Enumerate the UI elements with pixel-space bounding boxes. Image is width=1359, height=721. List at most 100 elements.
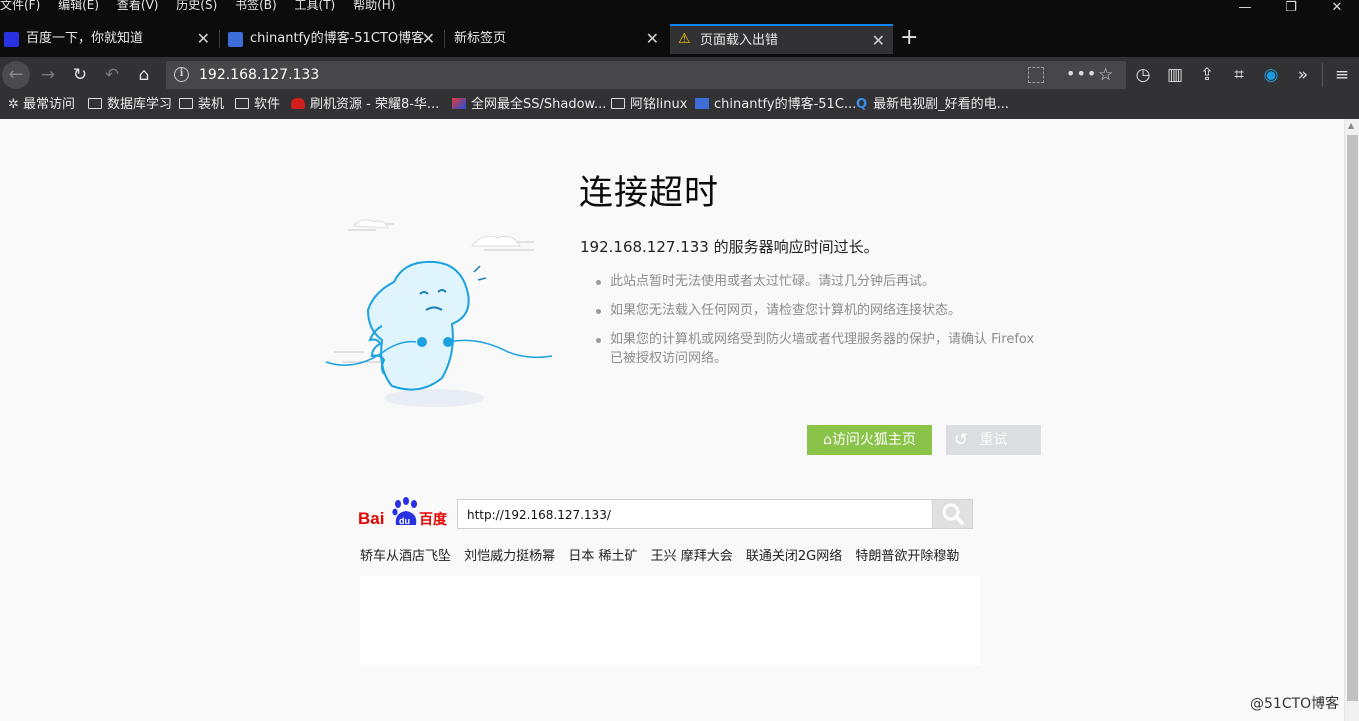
warning-icon: ⚠ [678,31,691,47]
bookmark-label: 最新电视剧_好看的电... [873,97,1009,112]
feather-icon [228,32,243,47]
reload-button[interactable]: ↻ [68,63,92,87]
retry-button[interactable]: ↺ 重试 [946,425,1041,455]
page-actions-icon[interactable]: ••• [1066,61,1097,87]
close-icon[interactable]: ✕ [197,24,210,54]
bookmark-folder-database[interactable]: 数据库学习 [88,93,172,117]
library-icon[interactable]: ⇪ [1195,63,1219,87]
screenshot-crop-icon[interactable]: ⌗ [1227,63,1251,87]
shadowsocks-icon [452,98,466,109]
list-item: 此站点暂时无法使用或者太过忙碌。请过几分钟后再试。 [596,272,1036,291]
folder-icon [611,98,625,109]
menu-bar: 文件(F) 编辑(E) 查看(V) 历史(S) 书签(B) 工具(T) 帮助(H… [0,0,1359,14]
bookmark-most-visited[interactable]: ✲ 最常访问 [8,93,75,117]
home-outline-icon: ⌂ [823,432,832,448]
close-icon[interactable]: ✕ [422,24,435,54]
menu-bookmarks[interactable]: 书签(B) [235,0,277,11]
bookmarks-toolbar: ✲ 最常访问 数据库学习 装机 软件 刷机资源 - 荣耀8-华... 全网最全S… [0,93,1359,119]
new-tab-button[interactable]: + [900,24,918,52]
hamburger-menu-icon[interactable]: ≡ [1330,63,1354,87]
tab-bar: 百度一下，你就知道 ✕ chinantfy的博客-51CTO博客 ✕ 新标签页 … [0,24,1359,54]
bookmark-label: 装机 [198,97,225,112]
menu-help[interactable]: 帮助(H) [353,0,395,11]
dinosaur-unplugged-illustration [325,219,553,407]
home-button[interactable]: ⌂ [132,63,156,87]
error-title: 连接超时 [579,173,719,213]
menu-history[interactable]: 历史(S) [176,0,217,11]
tab-new[interactable]: 新标签页 ✕ [448,24,667,54]
hot-word-link[interactable]: 轿车从酒店飞坠 [360,549,451,564]
vertical-scrollbar[interactable]: ▲ [1344,119,1359,721]
tab-baidu[interactable]: 百度一下，你就知道 ✕ [0,24,218,54]
bookmark-folder-software[interactable]: 软件 [235,93,280,117]
bookmark-tv-series[interactable]: Q 最新电视剧_好看的电... [856,93,1009,117]
bookmark-label: 软件 [254,97,281,112]
url-bar[interactable]: i 192.168.127.133 ••• ☆ [166,61,1126,89]
bookmark-51cto-blog[interactable]: chinantfy的博客-51C... [695,93,856,117]
overflow-chevron-icon[interactable]: » [1291,63,1315,87]
navigation-toolbar: ← → ↻ ↶ ⌂ i 192.168.127.133 ••• ☆ ◷ ▥ ⇪ … [0,57,1359,93]
baidu-paw-icon [4,32,19,47]
maximize-button[interactable]: ❐ [1268,0,1314,18]
scroll-up-arrow-icon[interactable]: ▲ [1348,121,1354,130]
menu-edit[interactable]: 编辑(E) [58,0,99,11]
tab-load-error[interactable]: ⚠ 页面载入出错 ✕ [670,24,893,54]
menu-view[interactable]: 查看(V) [117,0,159,11]
button-label: 访问火狐主页 [831,432,916,448]
bookmark-label: 阿铭linux [630,97,688,112]
bookmark-label: 刷机资源 - 荣耀8-华... [310,97,440,112]
folder-icon [179,98,193,109]
bookmark-folder-aming-linux[interactable]: 阿铭linux [611,93,687,117]
close-window-button[interactable]: ✕ [1314,0,1359,18]
bookmark-star-icon[interactable]: ☆ [1098,61,1113,89]
menu-tools[interactable]: 工具(T) [295,0,336,11]
forward-button[interactable]: → [36,63,60,87]
tab-label: 页面载入出错 [700,33,779,48]
baidu-paw-text: du [399,516,410,526]
visit-firefox-home-button[interactable]: ⌂访问火狐主页 [807,425,932,455]
baidu-logo: Bai du 百度 [358,497,448,528]
toolbar-divider [1322,63,1323,87]
tab-label: 百度一下，你就知道 [26,31,144,46]
bookmark-huawei-flash[interactable]: 刷机资源 - 荣耀8-华... [291,93,439,117]
tab-51cto[interactable]: chinantfy的博客-51CTO博客 ✕ [224,24,443,54]
hot-word-link[interactable]: 日本 稀土矿 [568,549,637,564]
baidu-search-button[interactable] [932,499,973,529]
hot-word-link[interactable]: 联通关闭2G网络 [746,549,842,564]
search-icon [942,503,964,525]
list-item: 如果您的计算机或网络受到防火墙或者代理服务器的保护，请确认 Firefox 已被… [596,330,1036,368]
tab-label: 新标签页 [454,31,507,46]
feather-icon [695,98,709,109]
hot-word-link[interactable]: 特朗普欲开除穆勒 [855,549,959,564]
qr-code-icon[interactable] [1028,67,1044,83]
close-icon[interactable]: ✕ [646,24,659,54]
folder-icon [235,98,249,109]
minimize-button[interactable]: — [1222,0,1268,18]
bookmark-label: 数据库学习 [107,97,173,112]
baidu-logo-chinese: 百度 [419,511,448,528]
scrollbar-thumb[interactable] [1347,135,1358,701]
baidu-search-box[interactable] [457,499,933,529]
list-item: 如果您无法载入任何网页，请检查您计算机的网络连接状态。 [596,301,1036,320]
bookmark-folder-install[interactable]: 装机 [179,93,224,117]
huawei-logo-icon [291,98,305,109]
menu-file[interactable]: 文件(F) [0,0,40,11]
url-text[interactable]: 192.168.127.133 [199,61,319,89]
back-button[interactable]: ← [2,61,30,89]
site-info-icon[interactable]: i [174,67,189,82]
hot-word-link[interactable]: 王兴 摩拜大会 [651,549,733,564]
undo-close-tab-button[interactable]: ↶ [100,63,124,87]
history-clock-icon[interactable]: ◷ [1131,63,1155,87]
bookmark-label: chinantfy的博客-51C... [714,97,857,112]
folder-icon [88,98,102,109]
extension-cat-icon[interactable]: ◉ [1259,63,1283,87]
close-icon[interactable]: ✕ [872,26,885,54]
button-label: 重试 [979,432,1008,448]
tab-separator [444,30,445,48]
bookmark-shadowsocks[interactable]: 全网最全SS/Shadow... [452,93,606,117]
hot-word-link[interactable]: 刘恺威力挺杨幂 [464,549,555,564]
baidu-logo-text: Bai [358,509,384,528]
baidu-search-input[interactable] [467,505,923,524]
error-description: 192.168.127.133 的服务器响应时间过长。 [580,238,879,256]
sidebar-icon[interactable]: ▥ [1163,63,1187,87]
